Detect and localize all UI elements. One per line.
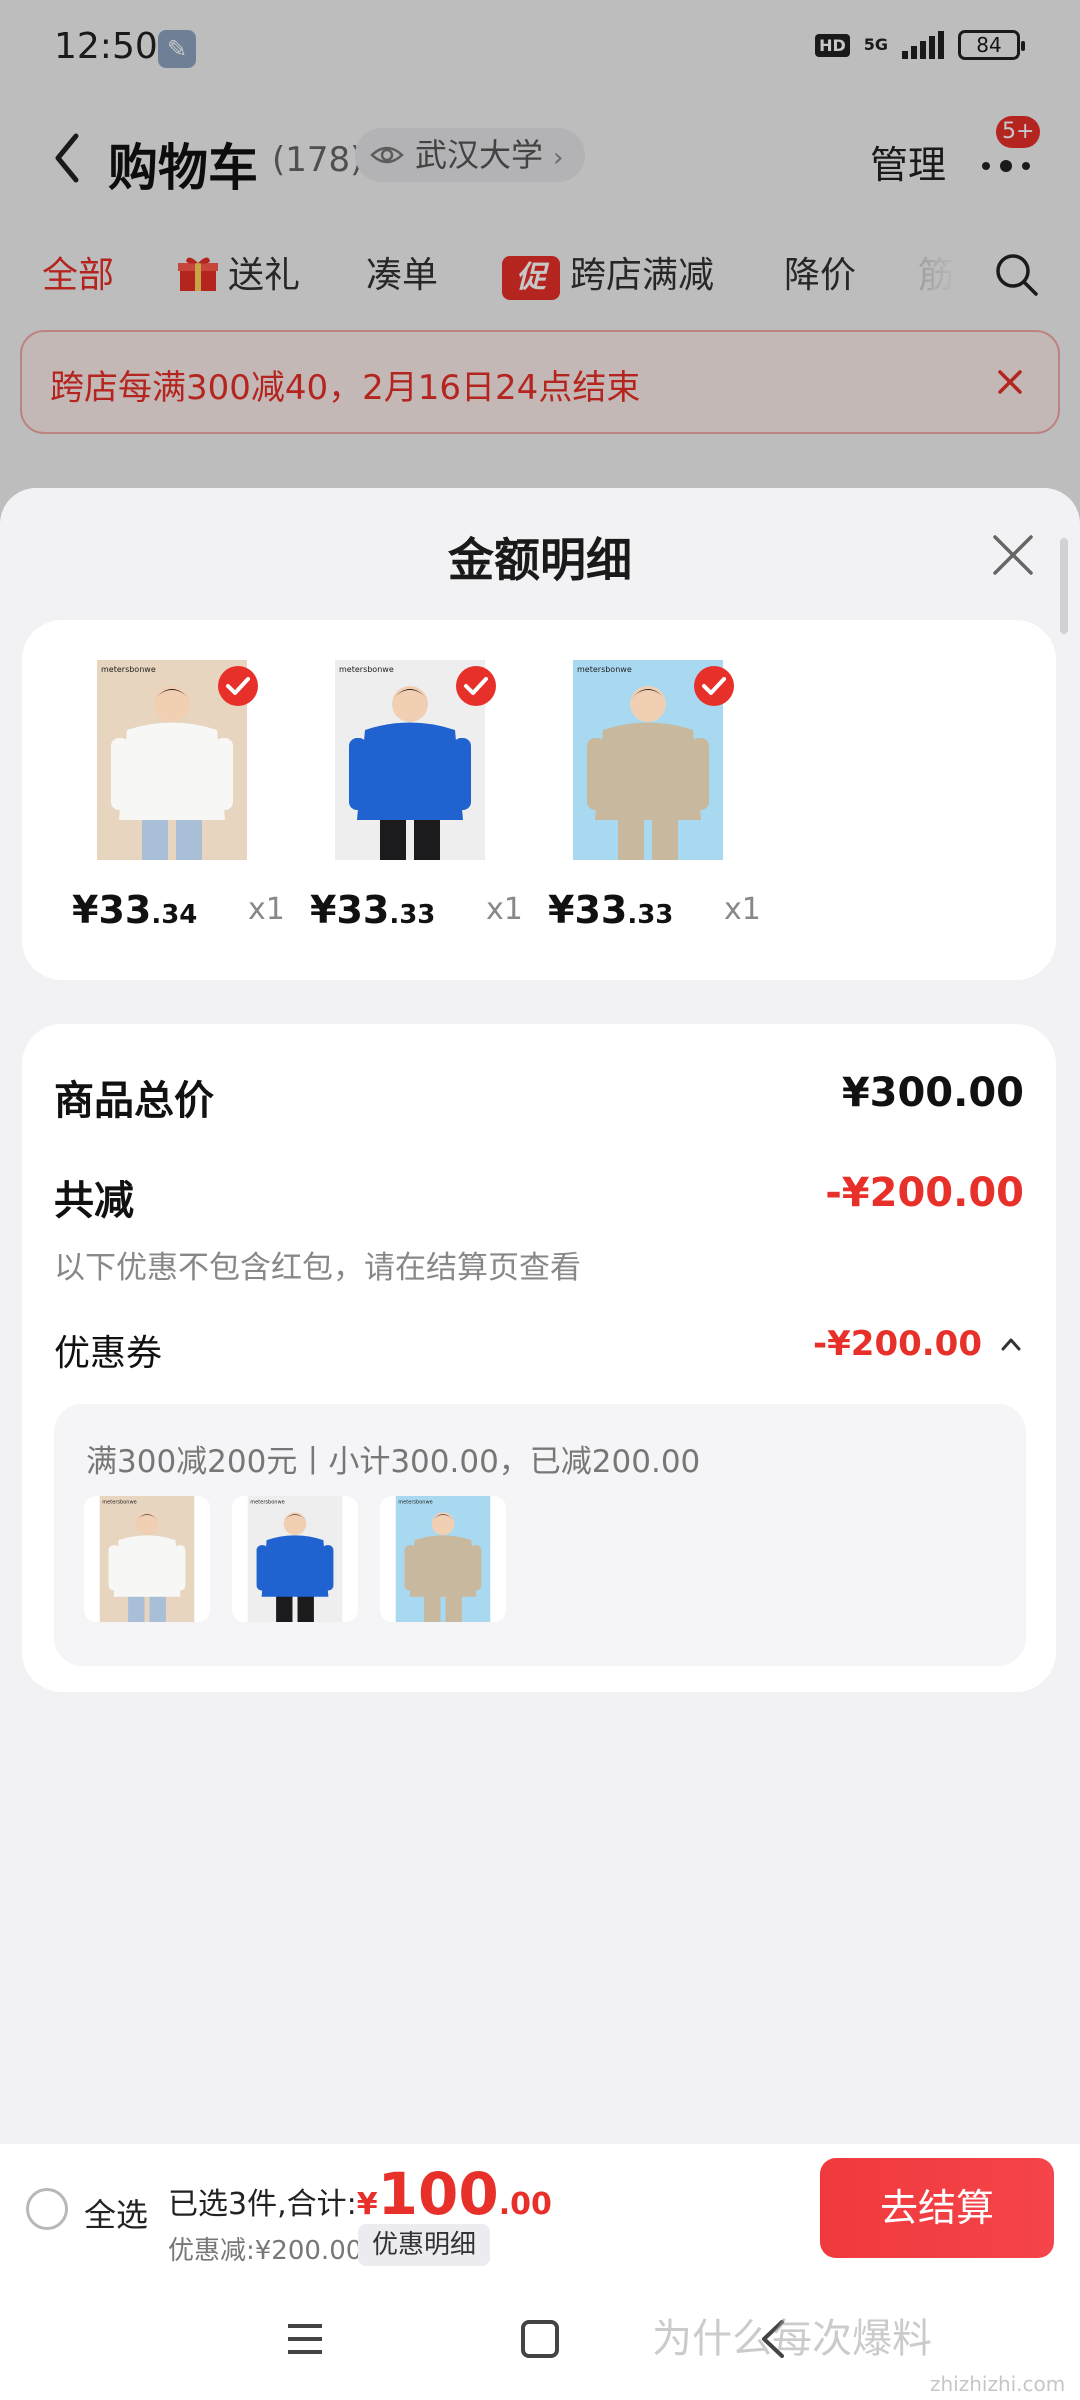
svg-text:metersbonwe: metersbonwe <box>250 1500 284 1506</box>
product-item[interactable]: metersbonwe ¥33.34 x1 <box>22 620 285 980</box>
discount-label: 共减 <box>54 1178 134 1224</box>
coupon-value[interactable]: -¥200.00 <box>813 1324 982 1364</box>
scrollbar[interactable] <box>1060 538 1068 634</box>
discount-value: -¥200.00 <box>825 1170 1024 1216</box>
home-icon[interactable] <box>515 2314 565 2364</box>
checkmark-icon[interactable] <box>692 664 736 708</box>
svg-text:metersbonwe: metersbonwe <box>101 665 156 674</box>
discount-summary: 优惠减:¥200.00 <box>168 2236 363 2266</box>
sheet-title: 金额明细 <box>448 533 632 587</box>
close-icon[interactable] <box>990 532 1036 578</box>
product-price: ¥33.33 <box>310 888 436 932</box>
svg-text:metersbonwe: metersbonwe <box>339 665 394 674</box>
coupon-description: 满300减200元丨小计300.00，已减200.00 <box>86 1444 701 1480</box>
selection-summary: 已选3件,合计:¥100.00 <box>168 2160 552 2228</box>
watermark-url: zhizhizhi.com <box>930 2372 1066 2396</box>
svg-text:metersbonwe: metersbonwe <box>577 665 632 674</box>
selected-products-card: metersbonwe ¥33.34 x1 metersbonwe ¥33.33… <box>22 620 1056 980</box>
discount-detail-button[interactable]: 优惠明细 <box>358 2224 491 2266</box>
amount-detail-sheet: 金额明细 metersbonwe ¥33.34 x1 metersbonwe ¥… <box>0 488 1080 2400</box>
product-price: ¥33.33 <box>548 888 674 932</box>
svg-text:metersbonwe: metersbonwe <box>398 1500 432 1506</box>
coupon-product-thumbnail: metersbonwe <box>380 1496 506 1622</box>
total-price-value: ¥300.00 <box>841 1070 1024 1116</box>
product-item[interactable]: metersbonwe ¥33.33 x1 <box>260 620 523 980</box>
coupon-detail-box: 满300减200元丨小计300.00，已减200.00 metersbonwe … <box>54 1404 1026 1666</box>
select-all-label[interactable]: 全选 <box>84 2190 148 2236</box>
checkmark-icon[interactable] <box>454 664 498 708</box>
watermark: 为什么每次爆料 <box>652 2316 932 2362</box>
product-item[interactable]: metersbonwe ¥33.33 x1 <box>498 620 761 980</box>
price-detail-card: 商品总价 ¥300.00 共减 -¥200.00 以下优惠不包含红包，请在结算页… <box>22 1024 1056 1692</box>
coupon-product-thumbnail: metersbonwe <box>232 1496 358 1622</box>
system-navigation-bar: 为什么每次爆料 zhizhizhi.com <box>0 2276 1080 2400</box>
coupon-label: 优惠券 <box>54 1333 163 1374</box>
product-quantity: x1 <box>724 892 761 927</box>
coupon-product-thumbnail: metersbonwe <box>84 1496 210 1622</box>
discount-note: 以下优惠不包含红包，请在结算页查看 <box>54 1250 581 1286</box>
menu-icon[interactable] <box>280 2314 330 2364</box>
svg-text:metersbonwe: metersbonwe <box>102 1500 136 1506</box>
total-price-label: 商品总价 <box>54 1078 214 1124</box>
total-decimals: .00 <box>498 2187 552 2222</box>
chevron-up-icon[interactable] <box>1000 1336 1022 1352</box>
product-price: ¥33.34 <box>72 888 198 932</box>
checkmark-icon[interactable] <box>216 664 260 708</box>
total-currency: ¥ <box>356 2187 378 2222</box>
select-all-checkbox[interactable] <box>26 2188 68 2230</box>
checkout-bar: 全选 已选3件,合计:¥100.00 优惠减:¥200.00 优惠明细 去结算 <box>0 2144 1080 2276</box>
checkout-button[interactable]: 去结算 <box>820 2158 1054 2258</box>
selected-count-text: 已选3件,合计: <box>168 2187 357 2222</box>
total-amount: 100 <box>377 2160 499 2228</box>
